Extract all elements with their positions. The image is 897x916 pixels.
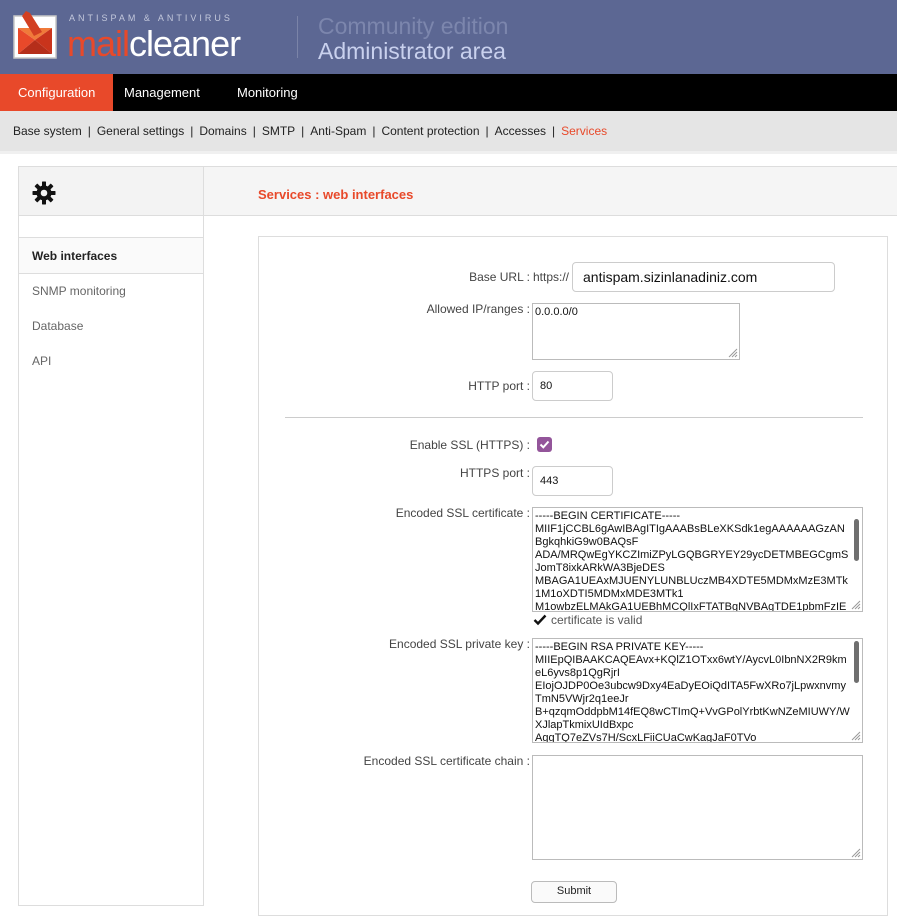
scrollbar-thumb[interactable] — [854, 641, 859, 683]
certificate-status: certificate is valid — [533, 613, 642, 627]
logo-tagline: ANTISPAM & ANTIVIRUS — [69, 13, 233, 23]
submit-button[interactable]: Submit — [531, 881, 617, 903]
subnav-separator: | — [87, 124, 91, 138]
mailcleaner-logo-icon — [13, 11, 57, 59]
subnav-services[interactable]: Services — [561, 124, 607, 138]
app-header: ANTISPAM & ANTIVIRUS mailcleaner Communi… — [0, 0, 897, 74]
scrollbar-thumb[interactable] — [854, 519, 859, 561]
page-title: Services : web interfaces — [258, 187, 414, 202]
https-port-label: HTTPS port : — [459, 466, 530, 480]
base-url-input[interactable]: antispam.sizinlanadiniz.com — [572, 262, 835, 292]
area-label: Administrator area — [318, 38, 506, 64]
ssl-certificate-label: Encoded SSL certificate : — [395, 506, 530, 520]
base-url-label: Base URL : — [469, 270, 530, 284]
sidebar-item-web-interfaces[interactable]: Web interfaces — [19, 237, 203, 274]
section-divider — [285, 417, 863, 418]
subnav-separator: | — [372, 124, 376, 138]
subnav-base-system[interactable]: Base system — [13, 124, 82, 138]
tab-management[interactable]: Management — [106, 74, 218, 111]
sub-navigation: Base system | General settings | Domains | SMT… — [0, 111, 897, 151]
ssl-certificate-value: -----BEGIN CERTIFICATE----- MIIF1jCCBL6g… — [535, 510, 849, 612]
sidebar-item-database[interactable]: Database — [19, 309, 203, 344]
enable-ssl-label: Enable SSL (HTTPS) : — [409, 438, 530, 452]
resize-grip-icon[interactable] — [728, 348, 738, 358]
allowed-ip-textarea[interactable]: 0.0.0.0/0 — [532, 303, 740, 360]
subnav-anti-spam[interactable]: Anti-Spam — [310, 124, 366, 138]
subnav-content-protection[interactable]: Content protection — [381, 124, 479, 138]
subnav-smtp[interactable]: SMTP — [262, 124, 295, 138]
subnav-separator: | — [485, 124, 489, 138]
subnav-general-settings[interactable]: General settings — [97, 124, 184, 138]
allowed-ip-value: 0.0.0.0/0 — [535, 306, 578, 318]
header-divider — [297, 16, 298, 58]
base-url-prefix: https:// — [533, 270, 570, 284]
edition-label: Community edition — [318, 13, 509, 39]
subnav-separator: | — [301, 124, 305, 138]
subnav-separator: | — [190, 124, 194, 138]
ssl-chain-label: Encoded SSL certificate chain : — [363, 754, 530, 768]
ssl-private-key-value: -----BEGIN RSA PRIVATE KEY----- MIIEpQIB… — [535, 641, 850, 743]
http-port-label: HTTP port : — [468, 379, 530, 393]
subnav-shadow — [0, 151, 897, 154]
enable-ssl-checkbox[interactable] — [537, 437, 552, 452]
gear-icon — [32, 181, 56, 205]
content-header: Services : web interfaces — [204, 166, 897, 216]
sidebar-header — [19, 167, 203, 216]
ssl-private-key-label: Encoded SSL private key : — [389, 637, 530, 651]
sidebar-item-api[interactable]: API — [19, 344, 203, 379]
main-navigation: Configuration Management Monitoring — [0, 74, 897, 111]
http-port-input[interactable]: 80 — [532, 371, 613, 401]
subnav-accesses[interactable]: Accesses — [495, 124, 546, 138]
allowed-ip-label: Allowed IP/ranges : — [426, 302, 530, 316]
logo-cleaner-text: cleaner — [129, 23, 241, 64]
resize-grip-icon[interactable] — [851, 848, 861, 858]
certificate-status-text: certificate is valid — [551, 613, 643, 627]
ssl-certificate-textarea[interactable]: -----BEGIN CERTIFICATE----- MIIF1jCCBL6g… — [532, 507, 863, 612]
sidebar: Web interfaces SNMP monitoring Database … — [18, 166, 204, 906]
sidebar-item-snmp-monitoring[interactable]: SNMP monitoring — [19, 274, 203, 309]
subnav-separator: | — [252, 124, 256, 138]
subnav-separator: | — [552, 124, 556, 138]
check-icon — [533, 614, 547, 626]
resize-grip-icon[interactable] — [851, 600, 861, 610]
logo-wordmark: mailcleaner — [67, 23, 241, 64]
logo-mail-text: mail — [67, 23, 130, 64]
tab-configuration[interactable]: Configuration — [0, 74, 114, 111]
resize-grip-icon[interactable] — [851, 731, 861, 741]
ssl-private-key-textarea[interactable]: -----BEGIN RSA PRIVATE KEY----- MIIEpQIB… — [532, 638, 863, 743]
tab-monitoring[interactable]: Monitoring — [219, 74, 316, 111]
subnav-domains[interactable]: Domains — [199, 124, 246, 138]
checkmark-icon — [539, 440, 550, 449]
ssl-chain-textarea[interactable] — [532, 755, 863, 860]
https-port-input[interactable]: 443 — [532, 466, 613, 496]
